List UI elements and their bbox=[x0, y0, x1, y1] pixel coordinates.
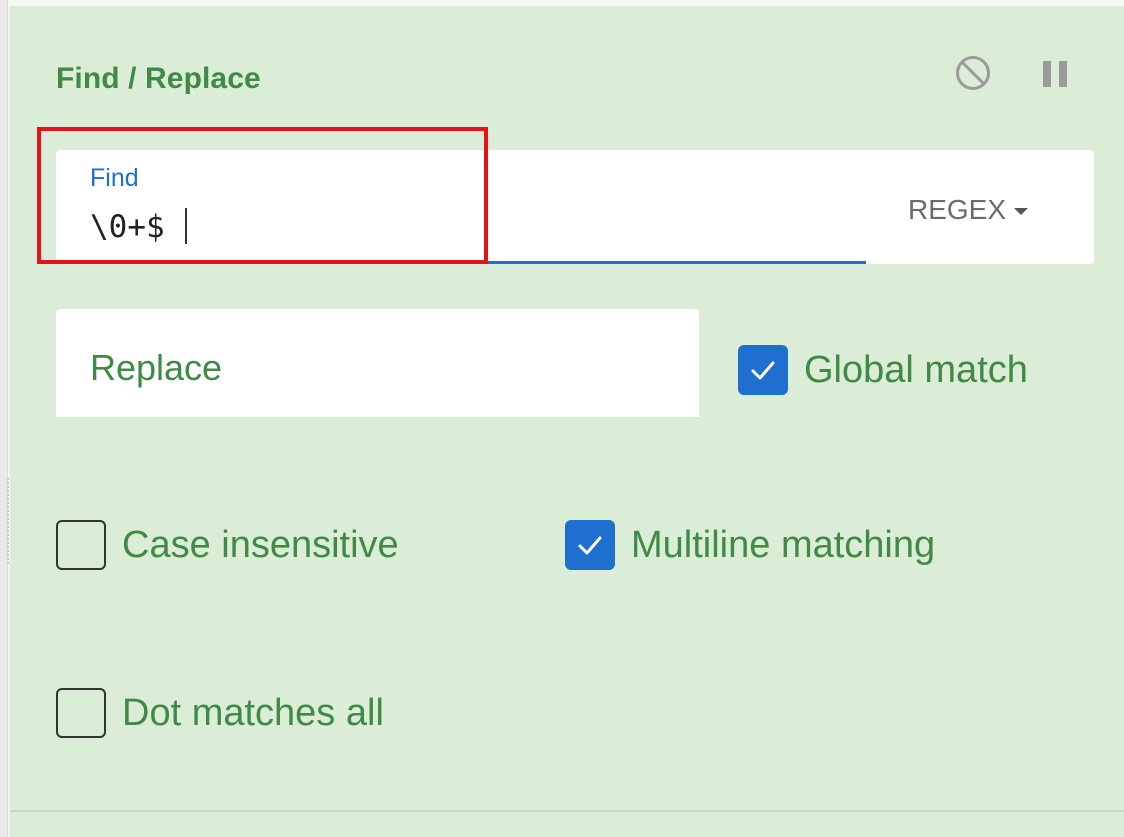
global-match-checkbox[interactable] bbox=[738, 345, 788, 395]
text-cursor bbox=[185, 208, 187, 244]
multiline-matching-option[interactable]: Multiline matching bbox=[565, 520, 935, 570]
find-field-underline bbox=[56, 261, 866, 264]
search-mode-label: REGEX bbox=[908, 194, 1007, 225]
dot-matches-all-label: Dot matches all bbox=[122, 691, 384, 734]
case-insensitive-label: Case insensitive bbox=[122, 523, 399, 566]
case-insensitive-checkbox[interactable] bbox=[56, 520, 106, 570]
global-match-option[interactable]: Global match bbox=[738, 345, 1028, 395]
panel-footer bbox=[10, 812, 1124, 837]
multiline-matching-label: Multiline matching bbox=[631, 523, 936, 566]
find-field-label: Find bbox=[90, 164, 139, 192]
global-match-label: Global match bbox=[804, 348, 1028, 391]
replace-input[interactable] bbox=[86, 342, 684, 394]
disable-icon[interactable] bbox=[954, 54, 992, 92]
multiline-matching-checkbox[interactable] bbox=[565, 520, 615, 570]
panel-title: Find / Replace bbox=[56, 62, 261, 95]
check-icon bbox=[578, 536, 602, 555]
find-input[interactable] bbox=[86, 205, 854, 249]
left-resize-strip bbox=[0, 0, 8, 837]
dot-matches-all-checkbox[interactable] bbox=[56, 688, 106, 738]
case-insensitive-option[interactable]: Case insensitive bbox=[56, 520, 399, 570]
dot-matches-all-option[interactable]: Dot matches all bbox=[56, 688, 384, 738]
check-icon bbox=[751, 361, 775, 380]
chevron-down-icon bbox=[1014, 207, 1029, 215]
pause-icon[interactable] bbox=[1040, 57, 1070, 91]
find-replace-app: Find / Replace Find REGEX Global match C bbox=[0, 0, 1124, 837]
search-mode-dropdown[interactable]: REGEX bbox=[908, 190, 1029, 230]
